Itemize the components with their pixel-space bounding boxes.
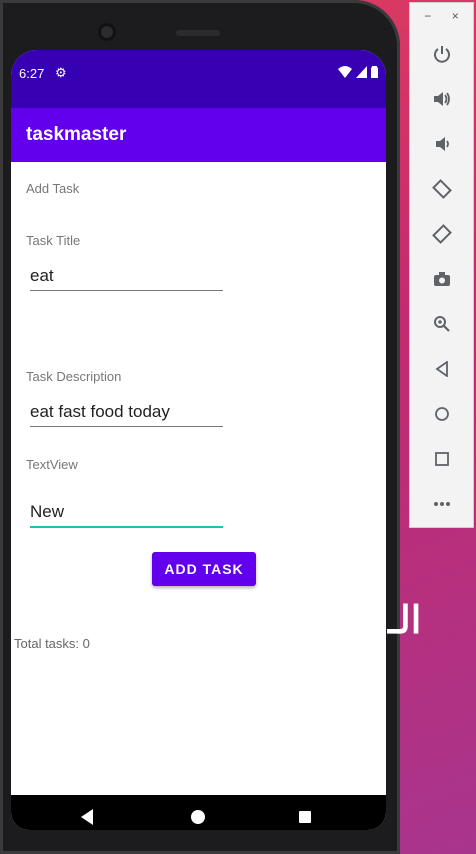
panel-window-controls: − × — [410, 3, 473, 23]
emulator-side-panel: − × — [409, 2, 474, 528]
task-state-input[interactable]: New — [30, 496, 223, 528]
device-screen: 6:27 ⚙ taskmaster Add Task Task Title ea… — [11, 50, 386, 830]
navigation-bar — [11, 795, 386, 830]
task-title-input[interactable]: eat — [30, 260, 223, 291]
power-icon[interactable] — [410, 39, 473, 69]
more-icon[interactable] — [410, 489, 473, 519]
earpiece-speaker — [176, 30, 220, 36]
wifi-icon — [338, 66, 352, 78]
add-task-button[interactable]: ADD TASK — [152, 552, 256, 586]
settings-gear-icon: ⚙ — [55, 65, 67, 80]
overview-icon[interactable] — [410, 444, 473, 474]
task-description-label: Task Description — [26, 369, 122, 384]
app-bar: taskmaster — [11, 108, 386, 162]
app-title: taskmaster — [26, 124, 127, 145]
status-bar: 6:27 ⚙ — [11, 50, 386, 108]
volume-down-icon[interactable] — [410, 129, 473, 159]
add-task-form: Add Task Task Title eat Task Description… — [11, 162, 386, 795]
task-title-label: Task Title — [26, 233, 81, 248]
phone-bezel — [0, 0, 400, 52]
volume-up-icon[interactable] — [410, 84, 473, 114]
total-tasks-text: Total tasks: 0 — [14, 636, 90, 651]
status-icons — [338, 66, 378, 78]
form-header: Add Task — [26, 181, 80, 196]
phone-device: 6:27 ⚙ taskmaster Add Task Task Title ea… — [0, 0, 400, 854]
task-description-value: eat fast food today — [30, 402, 170, 421]
task-title-value: eat — [30, 266, 54, 285]
close-icon[interactable]: × — [452, 9, 459, 23]
nav-home-icon[interactable] — [191, 810, 205, 824]
task-description-input[interactable]: eat fast food today — [30, 396, 223, 427]
home-icon[interactable] — [410, 399, 473, 429]
nav-recents-icon[interactable] — [299, 811, 311, 823]
task-state-value: New — [30, 502, 65, 521]
signal-icon — [356, 66, 367, 78]
watermark-logo: الـ — [388, 600, 422, 642]
minimize-icon[interactable]: − — [424, 9, 431, 23]
battery-icon — [371, 66, 378, 78]
nav-back-icon[interactable] — [81, 809, 93, 825]
camera-icon[interactable] — [410, 264, 473, 294]
textview-label: TextView — [26, 457, 78, 472]
front-camera — [98, 23, 116, 41]
status-time: 6:27 — [19, 66, 45, 81]
rotate-right-icon[interactable] — [410, 219, 473, 249]
zoom-icon[interactable] — [410, 309, 473, 339]
back-icon[interactable] — [410, 354, 473, 384]
rotate-left-icon[interactable] — [410, 174, 473, 204]
